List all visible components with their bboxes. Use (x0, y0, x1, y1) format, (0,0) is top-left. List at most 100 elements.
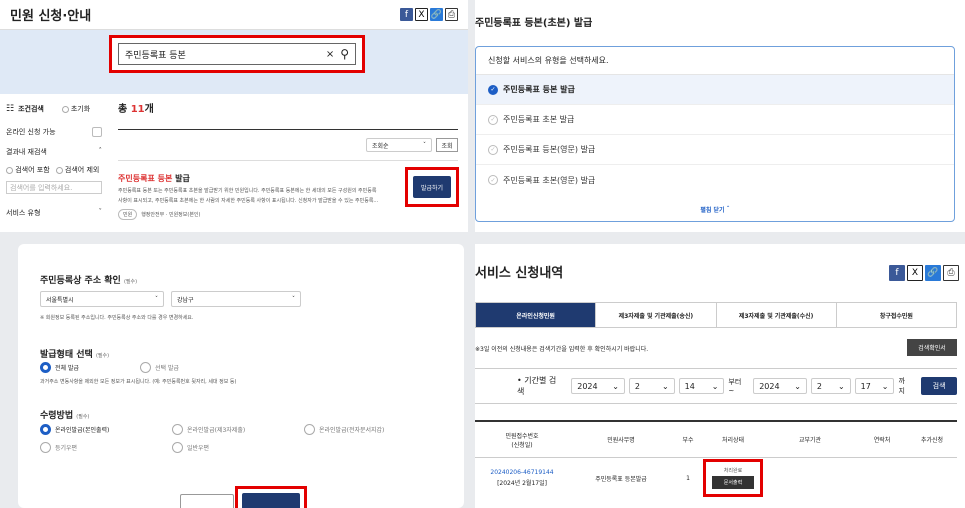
search-band: 주민등록표 등본 × ⚲ (0, 30, 468, 94)
chevron-down-icon: ⌄ (612, 381, 619, 391)
chevron-down-icon: ⌄ (881, 381, 889, 391)
recv-option-registered[interactable]: 등기우편 (40, 442, 77, 453)
facebook-icon[interactable]: f (889, 265, 905, 281)
include-option[interactable]: 검색어 포함 (6, 165, 50, 175)
search-value: 주민등록표 등본 (125, 50, 186, 61)
city-select[interactable]: 서울특별시 ˇ (40, 291, 164, 307)
result-org: 행정안전부 · 민원정보(본인) (141, 212, 201, 218)
period-search-button[interactable]: 검색 (921, 377, 957, 395)
regular-radio (172, 442, 183, 453)
cancel-button[interactable] (180, 494, 234, 508)
check-circle-icon: ✓ (488, 114, 498, 125)
form-required: (필수) (95, 353, 110, 359)
cell-agency (763, 458, 857, 498)
cell-contact (857, 458, 907, 498)
to-month-select[interactable]: 2 ⌄ (810, 378, 851, 394)
x-share-icon[interactable]: X (415, 8, 428, 21)
table-header-cell: 교부기관 (798, 437, 822, 444)
filter-keyword-input[interactable]: 검색어를 입력하세요. (6, 181, 102, 194)
link-icon[interactable]: 🔗 (430, 8, 443, 21)
period-label: • 기간별 검색 (517, 376, 557, 396)
type-option-label: 주민등록표 초본(영문) 발급 (503, 175, 596, 185)
submit-button[interactable] (242, 493, 300, 508)
form-note: 과거주소 변동사항을 제외한 모든 정보가 표시됩니다. (예: 주민등록번호 … (40, 379, 237, 385)
recv-option-self[interactable]: 온라인발급(본인출력) (40, 424, 109, 435)
form-option-full[interactable]: 전체 발급 (40, 362, 79, 373)
wallet-radio (304, 424, 315, 435)
recv-option-regular[interactable]: 일반우편 (172, 442, 209, 453)
cell-count: 1 (673, 458, 703, 498)
table-header-cell: 추가신청 (920, 437, 944, 444)
chevron-up-icon[interactable]: ˆ (99, 147, 103, 157)
form-title: 발급형태 선택 (40, 350, 93, 360)
result-total: 총 11개 (118, 100, 458, 115)
form-option-partial[interactable]: 선택 발급 (140, 362, 179, 373)
history-tab[interactable]: 제3자제출 및 기관제출(수신) (715, 303, 836, 327)
row-name: 주민등록표 등본발급 (595, 475, 647, 483)
address-heading: 주민등록상 주소 확인 (필수) (40, 273, 137, 286)
link-icon[interactable]: 🔗 (925, 265, 941, 281)
to-day-select[interactable]: 17 ⌄ (854, 378, 895, 394)
history-tab[interactable]: 온라인신청민원 (476, 303, 596, 327)
from-day-select[interactable]: 14 ⌄ (678, 378, 725, 394)
recv-option-wallet[interactable]: 온라인발급(전자문서지갑) (304, 424, 384, 435)
print-button-frame: 처리완료 문서출력 (703, 459, 763, 497)
type-option[interactable]: ✓ 주민등록표 초본 발급 (476, 105, 954, 135)
chevron-down-icon: ⌄ (794, 381, 801, 391)
cell-name: 주민등록표 등본발급 (569, 458, 673, 498)
print-document-label: 문서출력 (723, 480, 743, 486)
third-label: 온라인발급(제3자제출) (187, 427, 246, 434)
sort-button[interactable]: 조회 (436, 138, 458, 152)
filter-sidebar: ☷ 조건검색 초기화 온라인 신청 가능 결과내 재검색 ˆ 검색어 포함 검색… (6, 104, 102, 218)
from-year-select[interactable]: 2024 ⌄ (571, 378, 625, 394)
city-value: 서울특별시 (46, 296, 74, 304)
regular-label: 일반우편 (187, 445, 210, 452)
type-option[interactable]: ✓ 주민등록표 등본 발급 (476, 75, 954, 105)
print-document-button[interactable]: 문서출력 (712, 476, 754, 489)
table-header-cell: 연락처 (873, 437, 891, 444)
panel4-title: 서비스 신청내역 (475, 266, 564, 281)
facebook-icon[interactable]: f (400, 8, 413, 21)
recv-option-third[interactable]: 온라인발급(제3자제출) (172, 424, 245, 435)
collapse-label: 펼침 닫기 (700, 206, 725, 214)
exclude-option[interactable]: 검색어 제외 (55, 165, 100, 175)
exclude-label: 검색어 제외 (64, 166, 100, 174)
service-type-label: 서비스 유형 (6, 209, 41, 217)
online-filter-label: 온라인 신청 가능 (6, 128, 56, 136)
search-icon[interactable]: ⚲ (340, 47, 349, 61)
share-buttons-2: f X 🔗 ⎙ (889, 265, 959, 281)
result-title[interactable]: 주민등록표 등본 발급 (118, 173, 458, 184)
table-header-cell: 부수 (682, 437, 694, 444)
result-desc-1: 주민등록표 등본 또는 주민등록표 초본을 발급받기 위한 민원입니다. 주민등… (118, 188, 377, 194)
type-option[interactable]: ✓ 주민등록표 초본(영문) 발급 (476, 165, 954, 195)
type-option-label: 주민등록표 등본 발급 (503, 85, 575, 94)
search-guide-button[interactable]: 검색확인서 (907, 339, 957, 356)
result-desc-2: 사항이 표시되고, 주민등록표 초본에는 한 사람의 자세한 주민등록 사항이 … (118, 198, 379, 204)
receipt-date: [2024년 2월17일] (497, 480, 547, 487)
print-icon[interactable]: ⎙ (445, 8, 458, 21)
type-option[interactable]: ✓ 주민등록표 등본(영문) 발급 (476, 135, 954, 165)
clear-icon[interactable]: × (326, 49, 334, 60)
sort-select[interactable]: 조회순 ˇ (366, 138, 432, 152)
from-month-select[interactable]: 2 ⌄ (628, 378, 675, 394)
to-text: 까지 (898, 377, 905, 395)
history-tab[interactable]: 제3자제출 및 기관제출(송신) (595, 303, 716, 327)
apply-button-label: 발급하기 (420, 184, 444, 192)
x-share-icon[interactable]: X (907, 265, 923, 281)
chevron-down-icon[interactable]: ˇ (99, 208, 103, 218)
wallet-label: 온라인발급(전자문서지갑) (319, 427, 385, 434)
district-select[interactable]: 강남구 ˇ (171, 291, 301, 307)
filter-placeholder: 검색어를 입력하세요. (10, 183, 73, 192)
reset-button[interactable]: 초기화 (61, 104, 90, 114)
online-checkbox[interactable] (92, 127, 102, 137)
partial-radio (140, 362, 151, 373)
search-input[interactable]: 주민등록표 등본 × ⚲ (118, 43, 356, 65)
to-year-select[interactable]: 2024 ⌄ (753, 378, 807, 394)
history-tab[interactable]: 창구접수민원 (835, 303, 956, 327)
include-radio (6, 166, 13, 174)
table-header-cell: 민원접수번호 (신청일) (505, 432, 539, 449)
receipt-no-link[interactable]: 20240206-46719144 (490, 469, 553, 476)
collapse-button[interactable]: 펼침 닫기 ˆ (476, 197, 954, 221)
print-icon[interactable]: ⎙ (943, 265, 959, 281)
apply-button[interactable]: 발급하기 (413, 176, 451, 198)
